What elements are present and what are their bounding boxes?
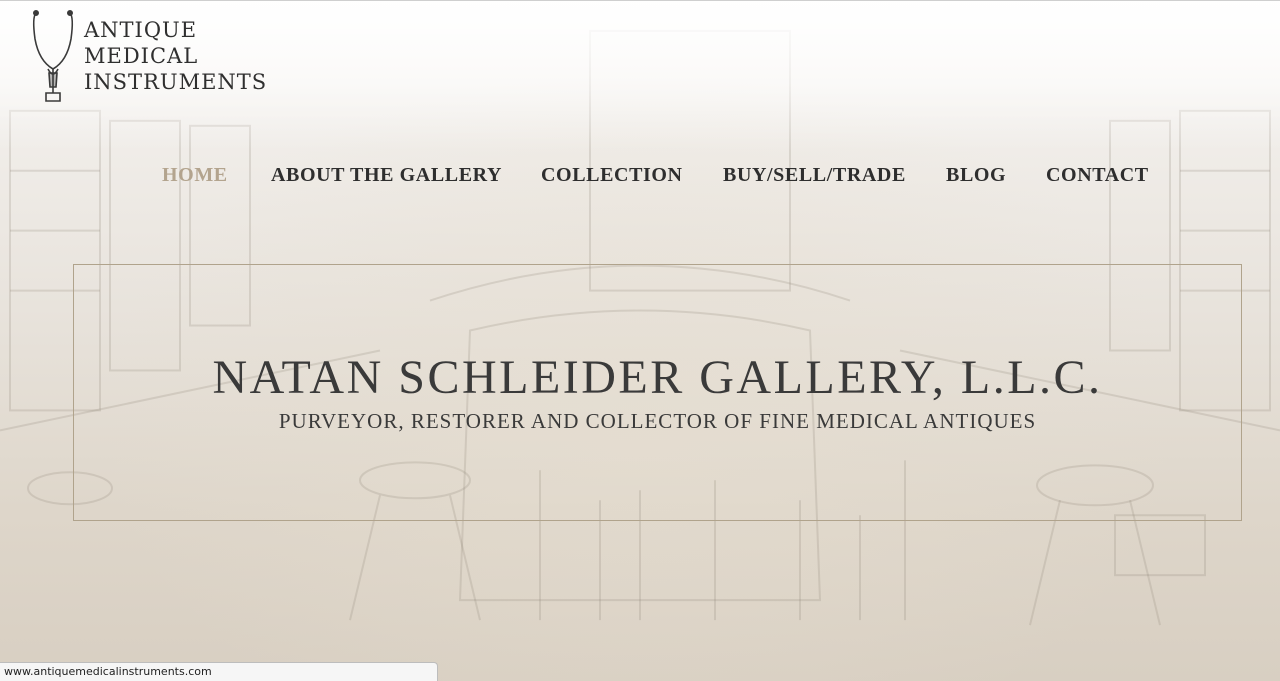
hero-banner: NATAN SCHLEIDER GALLERY, L.L.C. PURVEYOR… [73,264,1242,521]
main-navigation: HOME ABOUT THE GALLERY COLLECTION BUY/SE… [0,164,1280,194]
page: ANTIQUE MEDICAL INSTRUMENTS HOME ABOUT T… [0,0,1280,681]
hero-subtitle: PURVEYOR, RESTORER AND COLLECTOR OF FINE… [278,409,1037,433]
logo-line-1: ANTIQUE [84,18,198,42]
nav-collection[interactable]: COLLECTION [541,164,683,187]
browser-status-bar: www.antiquemedicalinstruments.com [0,662,438,681]
nav-contact[interactable]: CONTACT [1046,164,1149,187]
logo-line-3: INSTRUMENTS [84,70,268,94]
nav-blog[interactable]: BLOG [946,164,1006,187]
site-logo[interactable]: ANTIQUE MEDICAL INSTRUMENTS [30,9,267,107]
stethoscope-icon [32,9,74,102]
logo-line-2: MEDICAL [84,44,199,68]
nav-home[interactable]: HOME [162,164,228,187]
logo-wordmark: ANTIQUE MEDICAL INSTRUMENTS [84,17,267,95]
nav-buy-sell-trade[interactable]: BUY/SELL/TRADE [723,164,906,187]
hero-title: NATAN SCHLEIDER GALLERY, L.L.C. [212,351,1103,404]
nav-about-the-gallery[interactable]: ABOUT THE GALLERY [271,164,502,187]
